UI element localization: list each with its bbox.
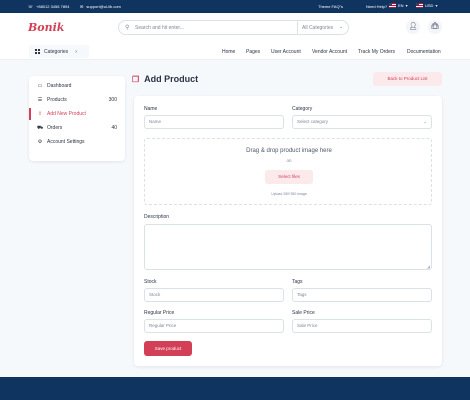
currency-selector[interactable]: USD ▾ <box>416 3 437 8</box>
nav-link-track-orders[interactable]: Track My Orders <box>358 49 395 55</box>
back-to-product-list-button[interactable]: Back to Product List <box>373 72 442 86</box>
sidebar-item-label: Account Settings <box>47 139 85 145</box>
footer <box>0 377 470 400</box>
cube-icon: ❒ <box>132 74 140 84</box>
sidebar-item-count: 300 <box>108 97 117 103</box>
language-selector[interactable]: EN ▾ <box>389 3 408 8</box>
nav-link-pages[interactable]: Pages <box>246 49 260 55</box>
nav-link-user-account[interactable]: User Account <box>271 49 301 55</box>
nav-link-home[interactable]: Home <box>222 49 235 55</box>
search-icon: ⚲ <box>125 25 130 31</box>
sale-price-input[interactable]: Sale Price <box>292 319 432 333</box>
search-divider <box>297 21 298 34</box>
regular-price-label: Regular Price <box>144 310 175 316</box>
sidebar-item-label: Products <box>47 97 67 103</box>
phone-icon: ☏ <box>28 4 34 9</box>
category-label: Category <box>292 106 313 112</box>
sidebar-item-add-new-product[interactable]: ⇪ Add New Product <box>29 108 125 120</box>
tags-label: Tags <box>292 279 303 285</box>
sidebar-item-orders[interactable]: ⛟ Orders 40 <box>29 122 125 134</box>
sidebar-item-label: Orders <box>47 125 63 131</box>
dropzone-or: on <box>286 158 292 163</box>
chevron-right-icon: › <box>75 48 77 55</box>
save-product-button[interactable]: Save product <box>144 341 192 356</box>
upload-icon: ⇪ <box>37 111 43 117</box>
phone-number: +88012 3456 7894 <box>36 4 70 9</box>
user-icon[interactable]: 👤︎ <box>406 20 420 34</box>
nav-link-vendor-account[interactable]: Vendor Account <box>312 49 347 55</box>
sidebar-item-dashboard[interactable]: ▭ Dashboard <box>29 80 125 92</box>
sidebar: ▭ Dashboard ☰ Products 300 ⇪ Add New Pro… <box>29 76 125 161</box>
regular-price-input[interactable]: Regular Price <box>144 319 284 333</box>
top-bar: ☏ +88012 3456 7894 ✉ support@ui-lib.com … <box>0 0 470 13</box>
name-input[interactable]: Name <box>144 115 284 129</box>
email-info: ✉ support@ui-lib.com <box>80 4 121 9</box>
category-select[interactable]: Select category ⌄ <box>292 115 432 129</box>
currency-value: USD <box>425 3 434 8</box>
sidebar-item-label: Dashboard <box>47 83 72 89</box>
description-label: Description <box>144 214 170 220</box>
chevron-down-icon: ⌄ <box>423 119 427 124</box>
nav-link-documentation[interactable]: Documentation <box>407 49 441 55</box>
cart-icon: ⛟ <box>37 124 44 131</box>
search-bar: ⚲ Search and hit enter... All Categories… <box>118 20 349 35</box>
us-flag-icon <box>389 3 396 8</box>
name-label: Name <box>144 106 158 112</box>
description-textarea[interactable]: ◢ <box>144 224 432 270</box>
resize-handle-icon[interactable]: ◢ <box>427 264 430 269</box>
category-select-value: Select category <box>297 119 329 124</box>
tags-input[interactable]: Tags <box>292 288 432 302</box>
language-value: EN <box>398 3 404 8</box>
support-email: support@ui-lib.com <box>86 4 121 9</box>
shopping-bag-icon[interactable]: 👜︎ <box>428 20 442 34</box>
dropzone-title: Drag & drop product image here <box>246 148 332 154</box>
gear-icon: ⚙ <box>37 139 43 145</box>
select-files-button[interactable]: Select files <box>265 170 313 184</box>
dashboard-icon: ▭ <box>37 83 43 89</box>
upload-note: Upload 280*280 image <box>271 192 307 196</box>
grid-icon <box>35 49 40 54</box>
sidebar-item-account-settings[interactable]: ⚙ Account Settings <box>29 136 125 148</box>
help-link[interactable]: Need Help? <box>366 4 387 9</box>
us-flag-icon <box>416 3 423 8</box>
sidebar-item-count: 40 <box>111 125 117 131</box>
logo[interactable]: Bonik <box>28 21 64 34</box>
products-icon: ☰ <box>37 97 43 103</box>
chevron-down-icon: ▾ <box>435 3 438 8</box>
categories-label: Categories <box>44 48 69 55</box>
page-title-text: Add Product <box>144 74 199 84</box>
sidebar-item-products[interactable]: ☰ Products 300 <box>29 94 125 106</box>
category-select[interactable]: All Categories <box>302 25 333 31</box>
categories-button[interactable]: Categories › <box>29 45 89 58</box>
image-dropzone[interactable]: Drag & drop product image here on Select… <box>144 138 432 205</box>
sidebar-item-label: Add New Product <box>47 111 86 117</box>
stock-input[interactable]: Stock <box>144 288 284 302</box>
phone-info: ☏ +88012 3456 7894 <box>28 4 70 9</box>
sale-price-label: Sale Price <box>292 310 315 316</box>
faq-link[interactable]: Theme FAQ"s <box>318 4 343 9</box>
search-input[interactable]: Search and hit enter... <box>135 25 184 31</box>
mail-icon: ✉ <box>80 4 84 9</box>
chevron-down-icon: ▾ <box>405 3 408 8</box>
page-title: ❒ Add Product <box>132 74 198 84</box>
chevron-down-icon: ⌄ <box>339 24 344 30</box>
stock-label: Stock <box>144 279 157 285</box>
